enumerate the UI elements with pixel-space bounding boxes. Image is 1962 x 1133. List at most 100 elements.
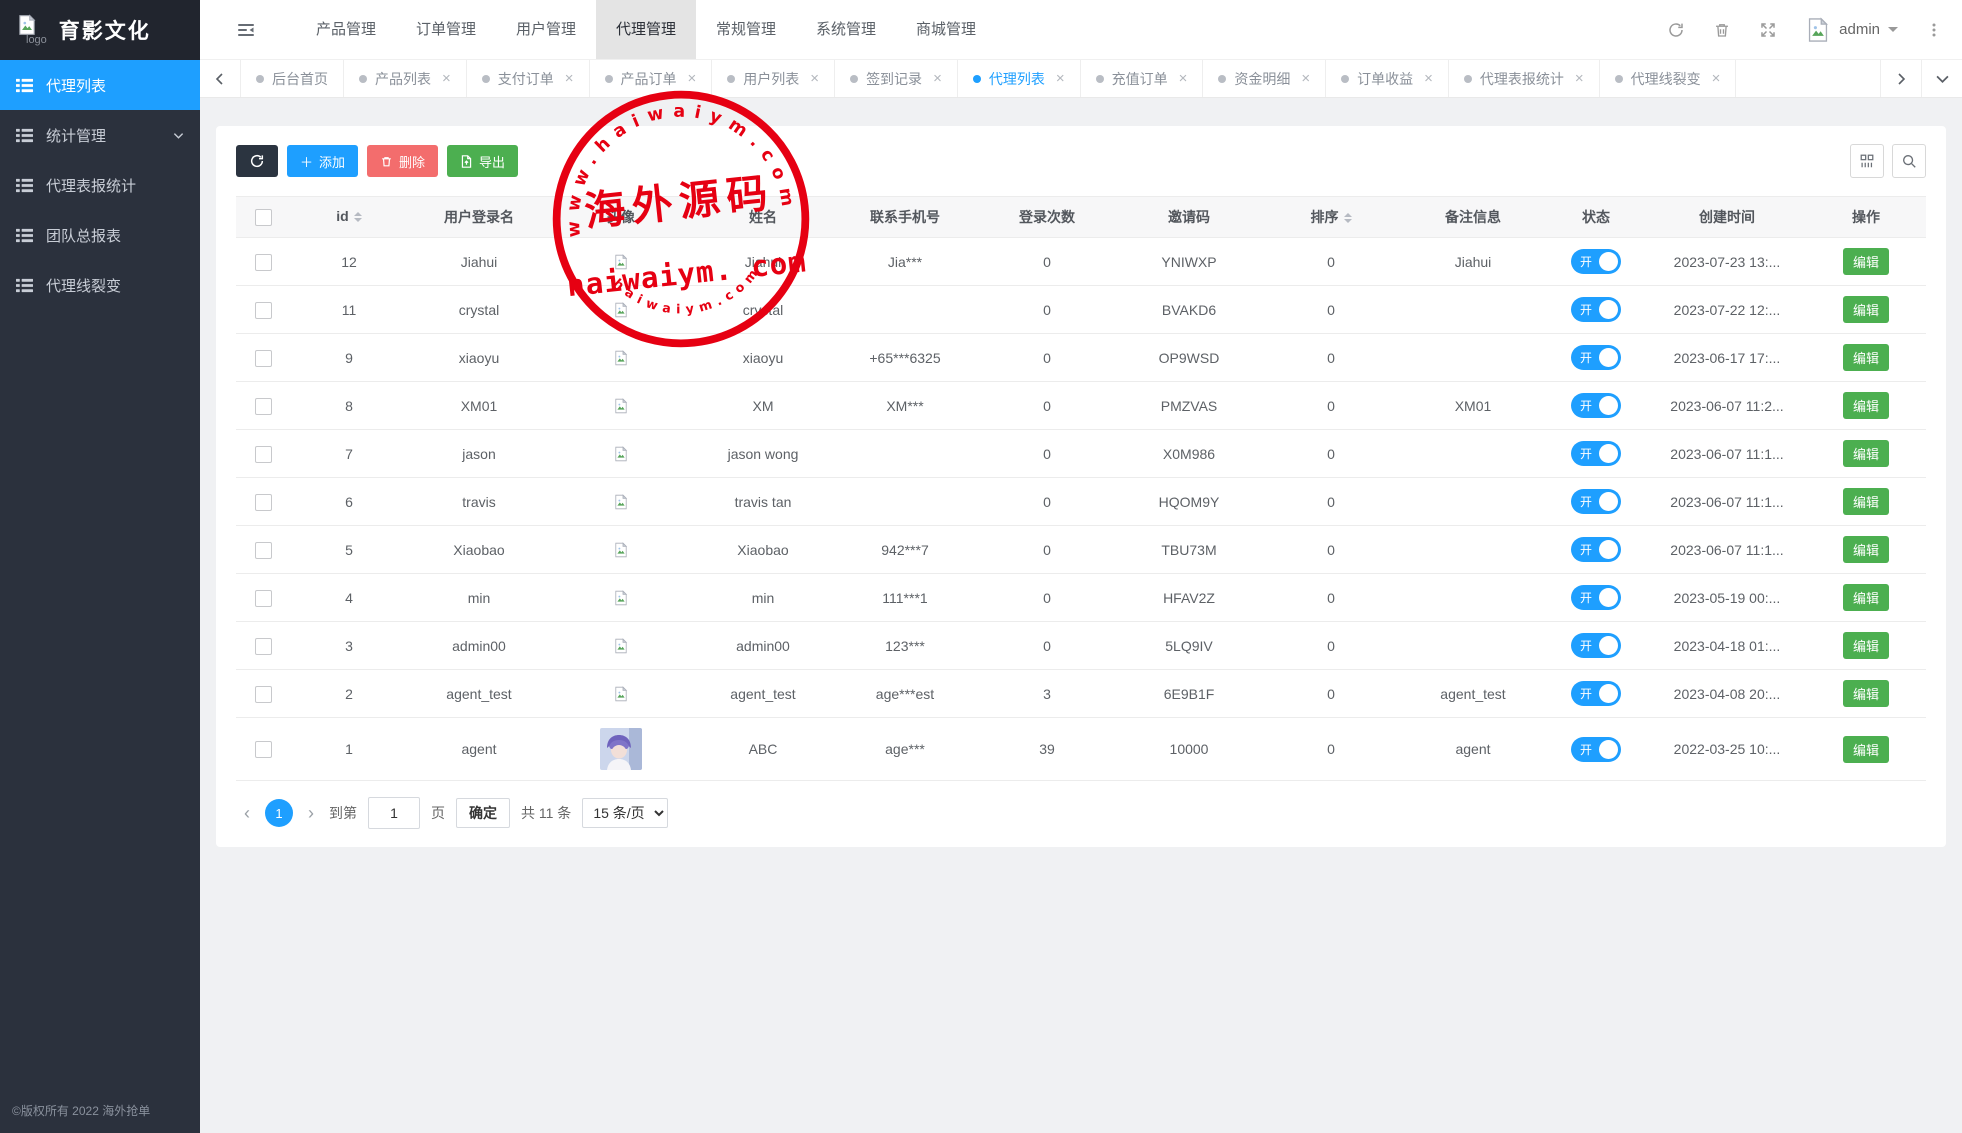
row-checkbox[interactable] <box>255 741 272 758</box>
search-icon[interactable] <box>1892 144 1926 178</box>
user-menu[interactable]: admin <box>1805 17 1898 43</box>
tab-close-icon[interactable]: × <box>688 70 697 87</box>
tab-close-icon[interactable]: × <box>810 70 819 87</box>
nav-item[interactable]: 常规管理 <box>696 0 796 59</box>
nav-item[interactable]: 系统管理 <box>796 0 896 59</box>
edit-button[interactable]: 编辑 <box>1843 296 1889 323</box>
row-checkbox[interactable] <box>255 446 272 463</box>
toggle-knob <box>1599 740 1618 759</box>
edit-button[interactable]: 编辑 <box>1843 248 1889 275</box>
row-checkbox[interactable] <box>255 686 272 703</box>
tab-资金明细[interactable]: 资金明细× <box>1203 60 1326 97</box>
export-button[interactable]: 导出 <box>447 145 518 177</box>
tab-close-icon[interactable]: × <box>1575 70 1584 87</box>
edit-button[interactable]: 编辑 <box>1843 536 1889 563</box>
nav-item[interactable]: 产品管理 <box>296 0 396 59</box>
sidebar-item-团队总报表[interactable]: 团队总报表 <box>0 210 200 260</box>
tabs-more-icon[interactable] <box>1921 60 1962 97</box>
page-size-select[interactable]: 15 条/页 <box>582 798 668 828</box>
tab-代理列表[interactable]: 代理列表× <box>958 60 1081 97</box>
cell-id: 12 <box>290 238 408 286</box>
sort-icon[interactable] <box>354 208 362 226</box>
row-checkbox[interactable] <box>255 254 272 271</box>
edit-button[interactable]: 编辑 <box>1843 680 1889 707</box>
nav-item[interactable]: 用户管理 <box>496 0 596 59</box>
column-header[interactable]: 排序 <box>1260 197 1402 238</box>
tabs-scroll-right-icon[interactable] <box>1880 60 1921 97</box>
edit-button[interactable]: 编辑 <box>1843 632 1889 659</box>
row-checkbox[interactable] <box>255 350 272 367</box>
select-all-checkbox[interactable] <box>255 209 272 226</box>
tab-close-icon[interactable]: × <box>1712 70 1721 87</box>
cell-avatar <box>550 286 692 334</box>
status-toggle[interactable]: 开 <box>1571 297 1621 322</box>
nav-item[interactable]: 商城管理 <box>896 0 996 59</box>
tab-订单收益[interactable]: 订单收益× <box>1326 60 1449 97</box>
status-toggle[interactable]: 开 <box>1571 441 1621 466</box>
current-page-button[interactable]: 1 <box>265 799 293 827</box>
sidebar-item-代理列表[interactable]: 代理列表 <box>0 60 200 110</box>
delete-button[interactable]: 删除 <box>367 145 438 177</box>
cell-actions: 编辑 <box>1806 622 1926 670</box>
edit-button[interactable]: 编辑 <box>1843 584 1889 611</box>
edit-button[interactable]: 编辑 <box>1843 344 1889 371</box>
prev-page-button[interactable]: ‹ <box>240 803 254 824</box>
trash-icon[interactable] <box>1713 21 1731 39</box>
row-checkbox[interactable] <box>255 590 272 607</box>
row-checkbox[interactable] <box>255 542 272 559</box>
status-toggle[interactable]: 开 <box>1571 249 1621 274</box>
status-toggle[interactable]: 开 <box>1571 681 1621 706</box>
tab-支付订单[interactable]: 支付订单× <box>467 60 590 97</box>
tab-close-icon[interactable]: × <box>1424 70 1433 87</box>
collapse-menu-icon[interactable] <box>200 0 296 59</box>
tab-close-icon[interactable]: × <box>1301 70 1310 87</box>
edit-button[interactable]: 编辑 <box>1843 736 1889 763</box>
row-checkbox[interactable] <box>255 494 272 511</box>
tabs-scroll-left-icon[interactable] <box>200 60 241 97</box>
status-toggle[interactable]: 开 <box>1571 537 1621 562</box>
refresh-icon[interactable] <box>1667 21 1685 39</box>
add-button[interactable]: ＋添加 <box>287 145 358 177</box>
brand-logo[interactable]: logo 育影文化 <box>0 0 200 60</box>
nav-item[interactable]: 订单管理 <box>396 0 496 59</box>
tab-后台首页[interactable]: 后台首页 <box>241 60 344 97</box>
status-toggle[interactable]: 开 <box>1571 737 1621 762</box>
row-checkbox[interactable] <box>255 302 272 319</box>
row-checkbox[interactable] <box>255 398 272 415</box>
page-input[interactable] <box>368 797 420 829</box>
status-toggle[interactable]: 开 <box>1571 489 1621 514</box>
sort-icon[interactable] <box>1344 209 1352 227</box>
tab-close-icon[interactable]: × <box>1179 70 1188 87</box>
tab-close-icon[interactable]: × <box>1056 70 1065 87</box>
refresh-table-button[interactable] <box>236 145 278 177</box>
tab-用户列表[interactable]: 用户列表× <box>712 60 835 97</box>
status-toggle[interactable]: 开 <box>1571 393 1621 418</box>
edit-button[interactable]: 编辑 <box>1843 488 1889 515</box>
nav-item[interactable]: 代理管理 <box>596 0 696 59</box>
tab-代理线裂变[interactable]: 代理线裂变× <box>1600 60 1737 97</box>
tab-签到记录[interactable]: 签到记录× <box>835 60 958 97</box>
tab-close-icon[interactable]: × <box>442 70 451 87</box>
column-header[interactable]: id <box>290 197 408 238</box>
sidebar-item-统计管理[interactable]: 统计管理 <box>0 110 200 160</box>
table-row: 5XiaobaoXiaobao942***70TBU73M0开2023-06-0… <box>236 526 1926 574</box>
sidebar-item-代理线裂变[interactable]: 代理线裂变 <box>0 260 200 310</box>
tab-产品订单[interactable]: 产品订单× <box>590 60 713 97</box>
edit-button[interactable]: 编辑 <box>1843 392 1889 419</box>
tab-close-icon[interactable]: × <box>933 70 942 87</box>
tab-产品列表[interactable]: 产品列表× <box>344 60 467 97</box>
confirm-page-button[interactable]: 确定 <box>456 798 510 828</box>
status-toggle[interactable]: 开 <box>1571 585 1621 610</box>
status-toggle[interactable]: 开 <box>1571 345 1621 370</box>
fullscreen-icon[interactable] <box>1759 21 1777 39</box>
row-checkbox[interactable] <box>255 638 272 655</box>
next-page-button[interactable]: › <box>304 803 318 824</box>
tab-代理表报统计[interactable]: 代理表报统计× <box>1449 60 1600 97</box>
sidebar-item-代理表报统计[interactable]: 代理表报统计 <box>0 160 200 210</box>
tab-close-icon[interactable]: × <box>565 70 574 87</box>
tab-充值订单[interactable]: 充值订单× <box>1081 60 1204 97</box>
edit-button[interactable]: 编辑 <box>1843 440 1889 467</box>
columns-filter-icon[interactable] <box>1850 144 1884 178</box>
status-toggle[interactable]: 开 <box>1571 633 1621 658</box>
more-dots-icon[interactable] <box>1926 22 1942 38</box>
